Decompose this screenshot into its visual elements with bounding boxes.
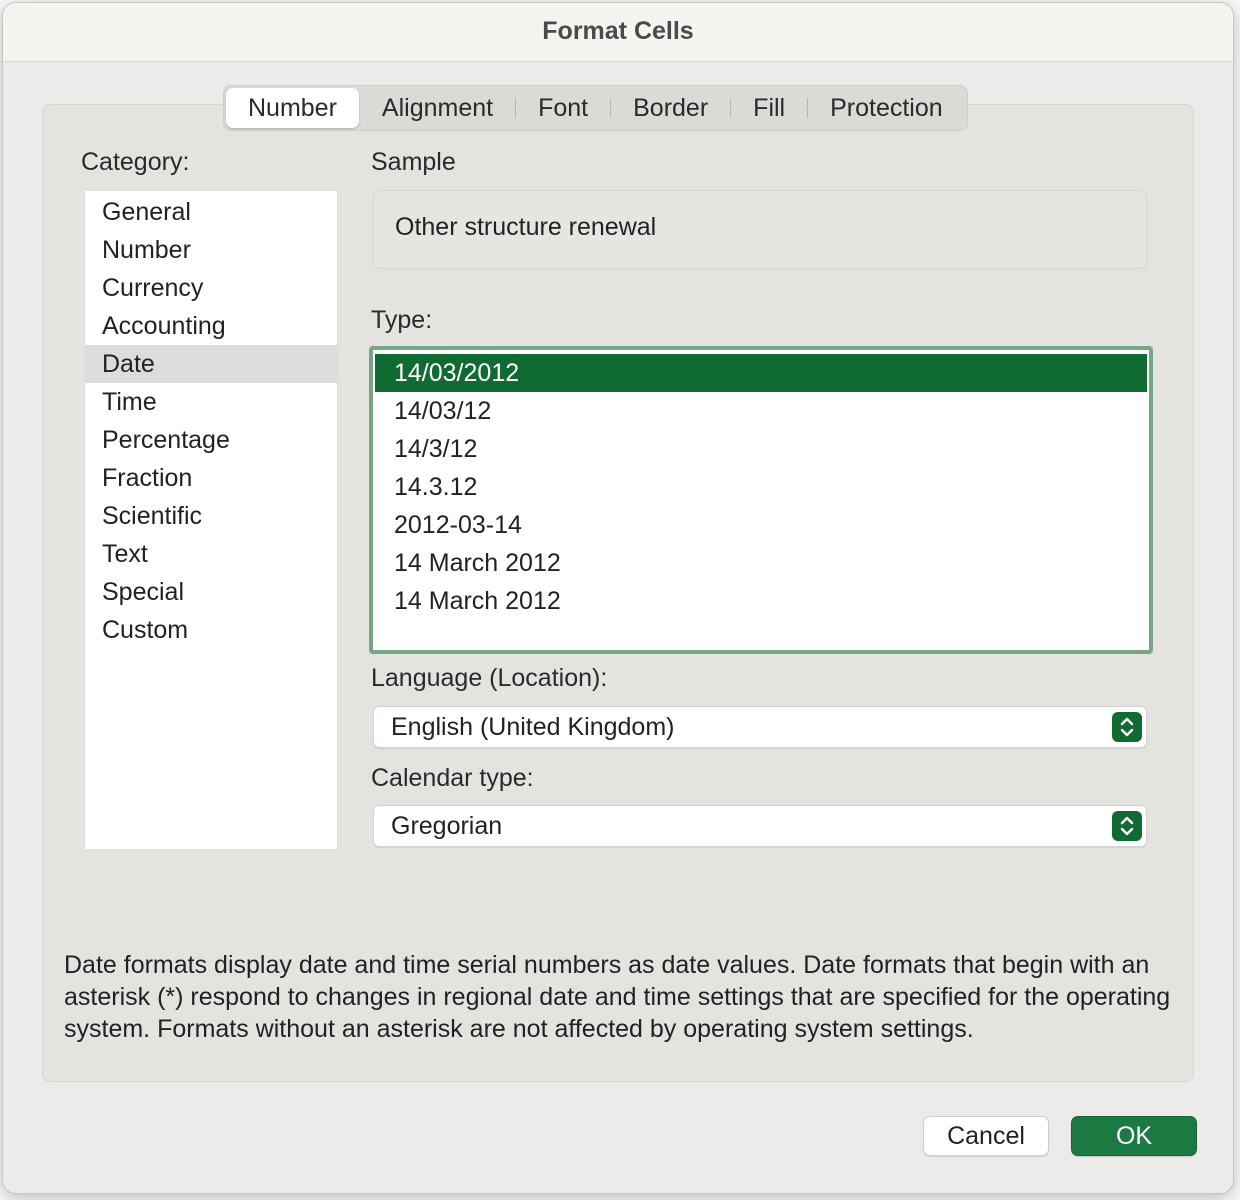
sample-label: Sample xyxy=(371,148,456,176)
language-label: Language (Location): xyxy=(371,664,608,692)
tab-number[interactable]: Number xyxy=(226,88,359,128)
calendar-select[interactable]: Gregorian xyxy=(373,805,1147,847)
calendar-label: Calendar type: xyxy=(371,764,534,792)
type-list[interactable]: 14/03/2012 14/03/12 14/3/12 14.3.12 2012… xyxy=(369,346,1153,654)
type-item[interactable]: 14/03/12 xyxy=(375,392,1147,430)
tab-fill[interactable]: Fill xyxy=(731,88,807,128)
category-item-fraction[interactable]: Fraction xyxy=(85,459,337,497)
dialog-titlebar: Format Cells xyxy=(3,3,1233,62)
tab-protection[interactable]: Protection xyxy=(808,88,965,128)
tab-font[interactable]: Font xyxy=(516,88,610,128)
calendar-value: Gregorian xyxy=(391,812,503,840)
category-item-number[interactable]: Number xyxy=(85,231,337,269)
category-item-date[interactable]: Date xyxy=(85,345,337,383)
type-item[interactable]: 14 March 2012 xyxy=(375,582,1147,620)
ok-button[interactable]: OK xyxy=(1071,1116,1197,1156)
category-label: Category: xyxy=(81,148,190,176)
category-item-scientific[interactable]: Scientific xyxy=(85,497,337,535)
tab-alignment[interactable]: Alignment xyxy=(360,88,515,128)
sample-preview-box: Other structure renewal xyxy=(373,190,1147,269)
up-down-chevron-icon[interactable] xyxy=(1112,811,1142,841)
type-item[interactable]: 14/3/12 xyxy=(375,430,1147,468)
type-item[interactable]: 2012-03-14 xyxy=(375,506,1147,544)
sample-value: Other structure renewal xyxy=(395,213,657,241)
tab-bar: Number Alignment Font Border Fill Protec… xyxy=(223,85,968,131)
type-item[interactable]: 14 March 2012 xyxy=(375,544,1147,582)
type-label: Type: xyxy=(371,306,433,334)
cancel-button[interactable]: Cancel xyxy=(923,1116,1049,1156)
dialog-title: Format Cells xyxy=(542,17,694,45)
type-item[interactable]: 14/03/2012 xyxy=(375,354,1147,392)
category-item-time[interactable]: Time xyxy=(85,383,337,421)
language-select[interactable]: English (United Kingdom) xyxy=(373,706,1147,748)
category-item-percentage[interactable]: Percentage xyxy=(85,421,337,459)
category-list[interactable]: General Number Currency Accounting Date … xyxy=(84,190,338,850)
category-item-general[interactable]: General xyxy=(85,193,337,231)
category-item-currency[interactable]: Currency xyxy=(85,269,337,307)
up-down-chevron-icon[interactable] xyxy=(1112,712,1142,742)
tab-border[interactable]: Border xyxy=(611,88,730,128)
category-item-special[interactable]: Special xyxy=(85,573,337,611)
type-item[interactable]: 14.3.12 xyxy=(375,468,1147,506)
language-value: English (United Kingdom) xyxy=(391,713,675,741)
format-description: Date formats display date and time seria… xyxy=(64,951,1171,1043)
format-cells-dialog: Format Cells Number Alignment Font Borde… xyxy=(2,2,1234,1194)
category-item-text[interactable]: Text xyxy=(85,535,337,573)
category-item-accounting[interactable]: Accounting xyxy=(85,307,337,345)
category-item-custom[interactable]: Custom xyxy=(85,611,337,649)
